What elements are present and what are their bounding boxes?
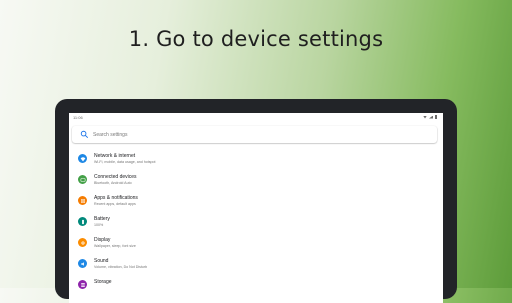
status-icons: [423, 115, 437, 119]
tablet-frame: 11:06 Search settings Network & internet…: [55, 99, 457, 303]
settings-item-apps[interactable]: Apps & notifications Recent apps, defaul…: [69, 191, 443, 212]
status-wifi-icon: [423, 115, 427, 119]
settings-item-title: Apps & notifications: [94, 195, 138, 201]
settings-item-display[interactable]: Display Wallpaper, sleep, font size: [69, 233, 443, 254]
settings-item-title: Connected devices: [94, 174, 137, 180]
settings-list: Network & internet Wi-Fi, mobile, data u…: [69, 149, 443, 296]
settings-item-subtitle: Volume, vibration, Do Not Disturb: [94, 265, 148, 269]
settings-item-battery[interactable]: Battery 100%: [69, 212, 443, 233]
battery-icon: [78, 217, 87, 226]
settings-item-title: Network & internet: [94, 153, 136, 159]
sound-icon: [78, 259, 87, 268]
status-signal-icon: [429, 115, 433, 119]
page-headline: 1. Go to device settings: [128, 27, 384, 51]
settings-item-subtitle: Wi-Fi, mobile, data usage, and hotspot: [94, 160, 156, 164]
settings-item-subtitle: Bluetooth, Android Auto: [94, 181, 132, 185]
settings-item-subtitle: Recent apps, default apps: [94, 202, 136, 206]
search-placeholder: Search settings: [93, 131, 128, 138]
settings-screen: 11:06 Search settings Network & internet…: [69, 113, 443, 303]
settings-item-subtitle: 100%: [94, 223, 104, 227]
devices-icon: [78, 175, 87, 184]
settings-item-title: Battery: [94, 216, 110, 222]
settings-item-sound[interactable]: Sound Volume, vibration, Do Not Disturb: [69, 254, 443, 275]
status-time: 11:06: [73, 115, 83, 120]
settings-item-connected-devices[interactable]: Connected devices Bluetooth, Android Aut…: [69, 170, 443, 191]
settings-item-network[interactable]: Network & internet Wi-Fi, mobile, data u…: [69, 149, 443, 170]
search-bar[interactable]: Search settings: [72, 126, 437, 143]
apps-icon: [78, 196, 87, 205]
status-battery-icon: [435, 115, 437, 119]
settings-item-subtitle: Wallpaper, sleep, font size: [94, 244, 136, 248]
wifi-icon: [78, 154, 87, 163]
settings-item-title: Storage: [94, 279, 112, 285]
settings-item-title: Sound: [94, 258, 109, 264]
settings-item-title: Display: [94, 237, 111, 243]
status-bar: 11:06: [69, 113, 443, 122]
display-icon: [78, 238, 87, 247]
settings-item-storage[interactable]: Storage: [69, 275, 443, 296]
search-icon: [80, 130, 89, 139]
